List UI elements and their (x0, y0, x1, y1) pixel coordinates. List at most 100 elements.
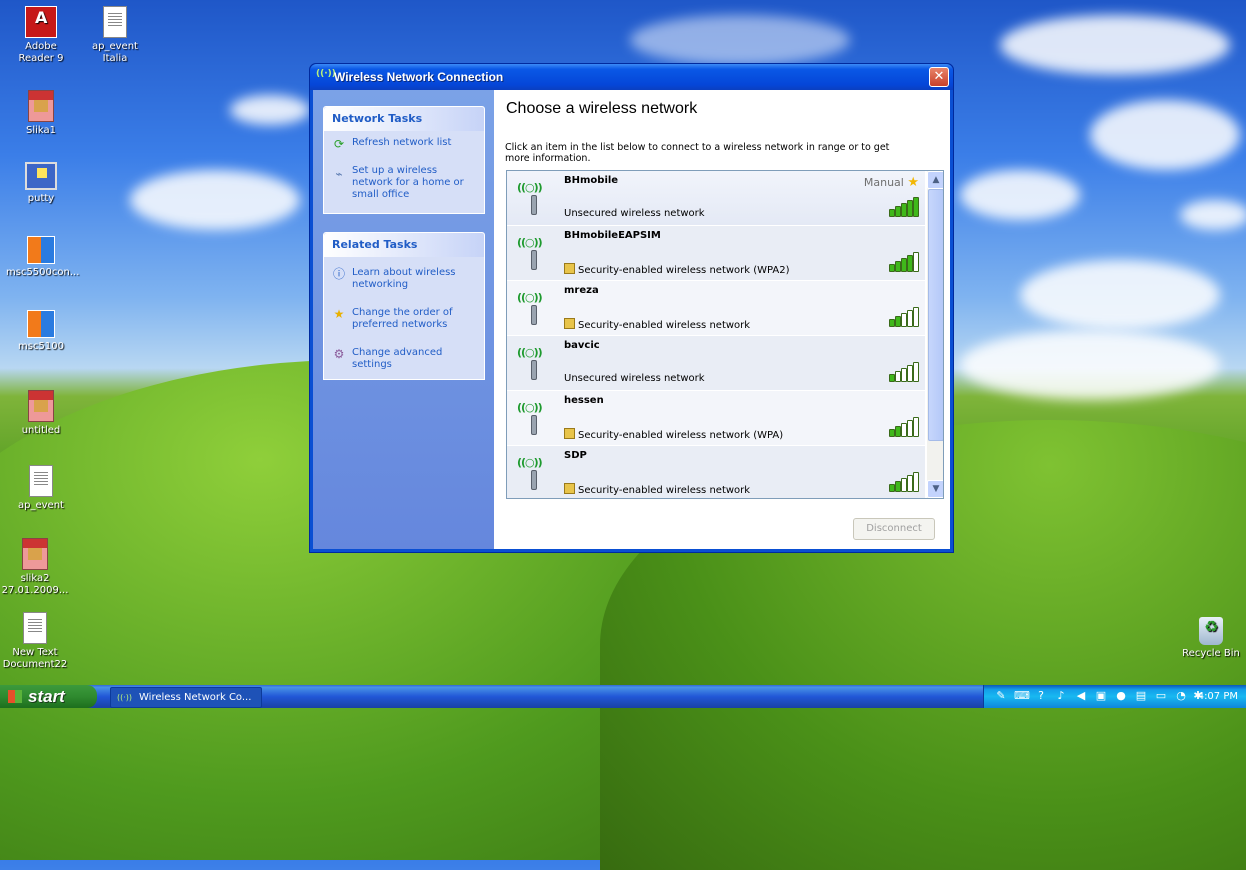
start-label: start (28, 687, 65, 706)
system-tray: ✎ ⌨ ? ♪ ◀ ▣ ● ▤ ▭ ◔ ✱ 4:07 PM (983, 685, 1246, 708)
tray-icon[interactable]: ♪ (1054, 689, 1068, 703)
network-security: Unsecured wireless network (564, 208, 705, 219)
desktop-icon-label: Adobe Reader 9 (18, 41, 64, 64)
network-security: Security-enabled wireless network (564, 318, 750, 331)
wireless-setup-icon: ⌁ (335, 167, 343, 181)
app-icon (27, 236, 55, 264)
desktop-icon-slika1[interactable]: Slika1 (6, 90, 76, 137)
lock-icon (564, 483, 575, 494)
archive-icon (28, 390, 54, 422)
network-security: Security-enabled wireless network (WPA) (564, 428, 783, 441)
taskbar-button-label: Wireless Network Co... (139, 692, 252, 703)
main-pane: Choose a wireless network Click an item … (494, 90, 950, 549)
refresh-icon: ⟳ (333, 137, 345, 151)
archive-icon (22, 538, 48, 570)
desktop-icon-msc5500con[interactable]: msc5500con... (6, 236, 79, 279)
desktop-icon-putty[interactable]: putty (6, 162, 76, 205)
wireless-antenna-icon: ((○)) (517, 401, 549, 435)
related-tasks-panel: Related Tasks ⓘ Learn about wireless net… (323, 232, 485, 380)
close-button[interactable]: ✕ (929, 67, 949, 87)
security-icon[interactable]: ● (1114, 689, 1128, 703)
taskbar: start ((·)) Wireless Network Co... ✎ ⌨ ?… (0, 685, 1246, 708)
desktop-icon-label: msc5100 (18, 341, 64, 352)
network-ssid: mreza (564, 285, 599, 296)
setup-wireless-network-link[interactable]: ⌁ Set up a wireless network for a home o… (324, 153, 484, 213)
wireless-antenna-icon: ((○)) (517, 456, 549, 490)
wireless-antenna-icon: ((○)) (517, 346, 549, 380)
network-item-sdp[interactable]: ((○)) SDP Security-enabled wireless netw… (507, 446, 925, 498)
volume-icon[interactable]: ◀ (1074, 689, 1088, 703)
signal-bar (913, 307, 919, 327)
wireless-icon: ((·)) (316, 69, 336, 79)
instructions-text: Click an item in the list below to conne… (505, 142, 890, 164)
network-ssid: BHmobile (564, 175, 619, 186)
signal-bar (913, 472, 919, 492)
terminal-icon (25, 162, 57, 190)
document-icon (103, 6, 127, 38)
lock-icon (564, 318, 575, 329)
desktop-icon-slika2[interactable]: slika2 27.01.2009... (0, 538, 70, 597)
window-titlebar[interactable]: ((·)) Wireless Network Connection ✕ (310, 64, 953, 90)
network-item-bhmobileeapsim[interactable]: ((○)) BHmobileEAPSIM Security-enabled wi… (507, 226, 925, 281)
display-icon[interactable]: ▤ (1134, 689, 1148, 703)
network-item-mreza[interactable]: ((○)) mreza Security-enabled wireless ne… (507, 281, 925, 336)
desktop-icon-label: Recycle Bin (1182, 648, 1240, 659)
help-icon[interactable]: ? (1034, 689, 1048, 703)
scrollbar-thumb[interactable] (928, 189, 943, 441)
wireless-antenna-icon: ((○)) (517, 291, 549, 325)
keyboard-icon[interactable]: ⌨ (1014, 689, 1030, 703)
network-item-bhmobile[interactable]: ((○)) BHmobile Unsecured wireless networ… (507, 171, 925, 226)
desktop-icon-msc5100[interactable]: msc5100 (6, 310, 76, 353)
network-ssid: hessen (564, 395, 604, 406)
desktop-icon-label: Slika1 (25, 125, 56, 136)
signal-bar (913, 252, 919, 272)
pen-icon[interactable]: ✎ (994, 689, 1008, 703)
refresh-network-list-link[interactable]: ⟳ Refresh network list (324, 131, 484, 153)
taskbar-button-wireless[interactable]: ((·)) Wireless Network Co... (110, 687, 262, 708)
desktop-icon-adobe-reader[interactable]: Adobe Reader 9 (6, 6, 76, 65)
network-list[interactable]: ((○)) BHmobile Unsecured wireless networ… (506, 170, 944, 499)
desktop-icon-ap-event-italia[interactable]: ap_event Italia (80, 6, 150, 65)
signal-strength-icon (889, 362, 919, 382)
page-title: Choose a wireless network (506, 100, 698, 117)
change-advanced-settings-link[interactable]: ⚙ Change advanced settings (324, 335, 484, 379)
related-tasks-heading[interactable]: Related Tasks (324, 233, 484, 257)
desktop-icon-untitled[interactable]: untitled (6, 390, 76, 437)
network-tasks-heading[interactable]: Network Tasks (324, 107, 484, 131)
pdf-icon (25, 6, 57, 38)
lock-icon (564, 263, 575, 274)
signal-strength-icon (889, 472, 919, 492)
lock-icon (564, 428, 575, 439)
learn-wireless-link[interactable]: ⓘ Learn about wireless networking (324, 257, 484, 295)
desktop-icon-recycle-bin[interactable]: Recycle Bin (1176, 617, 1246, 660)
update-icon[interactable]: ◔ (1174, 689, 1188, 703)
network-ssid: SDP (564, 450, 587, 461)
task-pane: Network Tasks ⟳ Refresh network list ⌁ S… (313, 90, 494, 549)
desktop-icon-new-text-document[interactable]: New Text Document22 (0, 612, 70, 671)
app-icon (27, 310, 55, 338)
signal-bar (913, 197, 919, 217)
network-ssid: BHmobileEAPSIM (564, 230, 661, 241)
clock: 4:07 PM (1197, 691, 1238, 702)
network-item-hessen[interactable]: ((○)) hessen Security-enabled wireless n… (507, 391, 925, 446)
start-button[interactable]: start (0, 685, 97, 708)
network-list-scrollbar[interactable]: ▲ ▼ (927, 171, 943, 498)
change-order-link[interactable]: ★ Change the order of preferred networks (324, 295, 484, 335)
star-icon: ★ (907, 175, 919, 190)
network-item-bavcic[interactable]: ((○)) bavcic Unsecured wireless network (507, 336, 925, 391)
desktop-icon-label: putty (27, 193, 55, 204)
link-label: Change advanced settings (352, 347, 443, 370)
wireless-network-window: ((·)) Wireless Network Connection ✕ Netw… (309, 63, 954, 553)
monitor-icon[interactable]: ▭ (1154, 689, 1168, 703)
info-icon: ⓘ (332, 267, 345, 281)
manual-label: Manual ★ (863, 175, 919, 190)
link-label: Set up a wireless network for a home or … (352, 165, 464, 200)
window-title: Wireless Network Connection (334, 70, 504, 84)
network-icon[interactable]: ▣ (1094, 689, 1108, 703)
scroll-up-button[interactable]: ▲ (927, 171, 943, 189)
disconnect-button[interactable]: Disconnect (853, 518, 935, 540)
desktop-icon-ap-event[interactable]: ap_event (6, 465, 76, 512)
windows-logo-icon (8, 690, 22, 703)
scroll-down-button[interactable]: ▼ (927, 480, 943, 498)
network-security: Security-enabled wireless network (WPA2) (564, 263, 790, 276)
